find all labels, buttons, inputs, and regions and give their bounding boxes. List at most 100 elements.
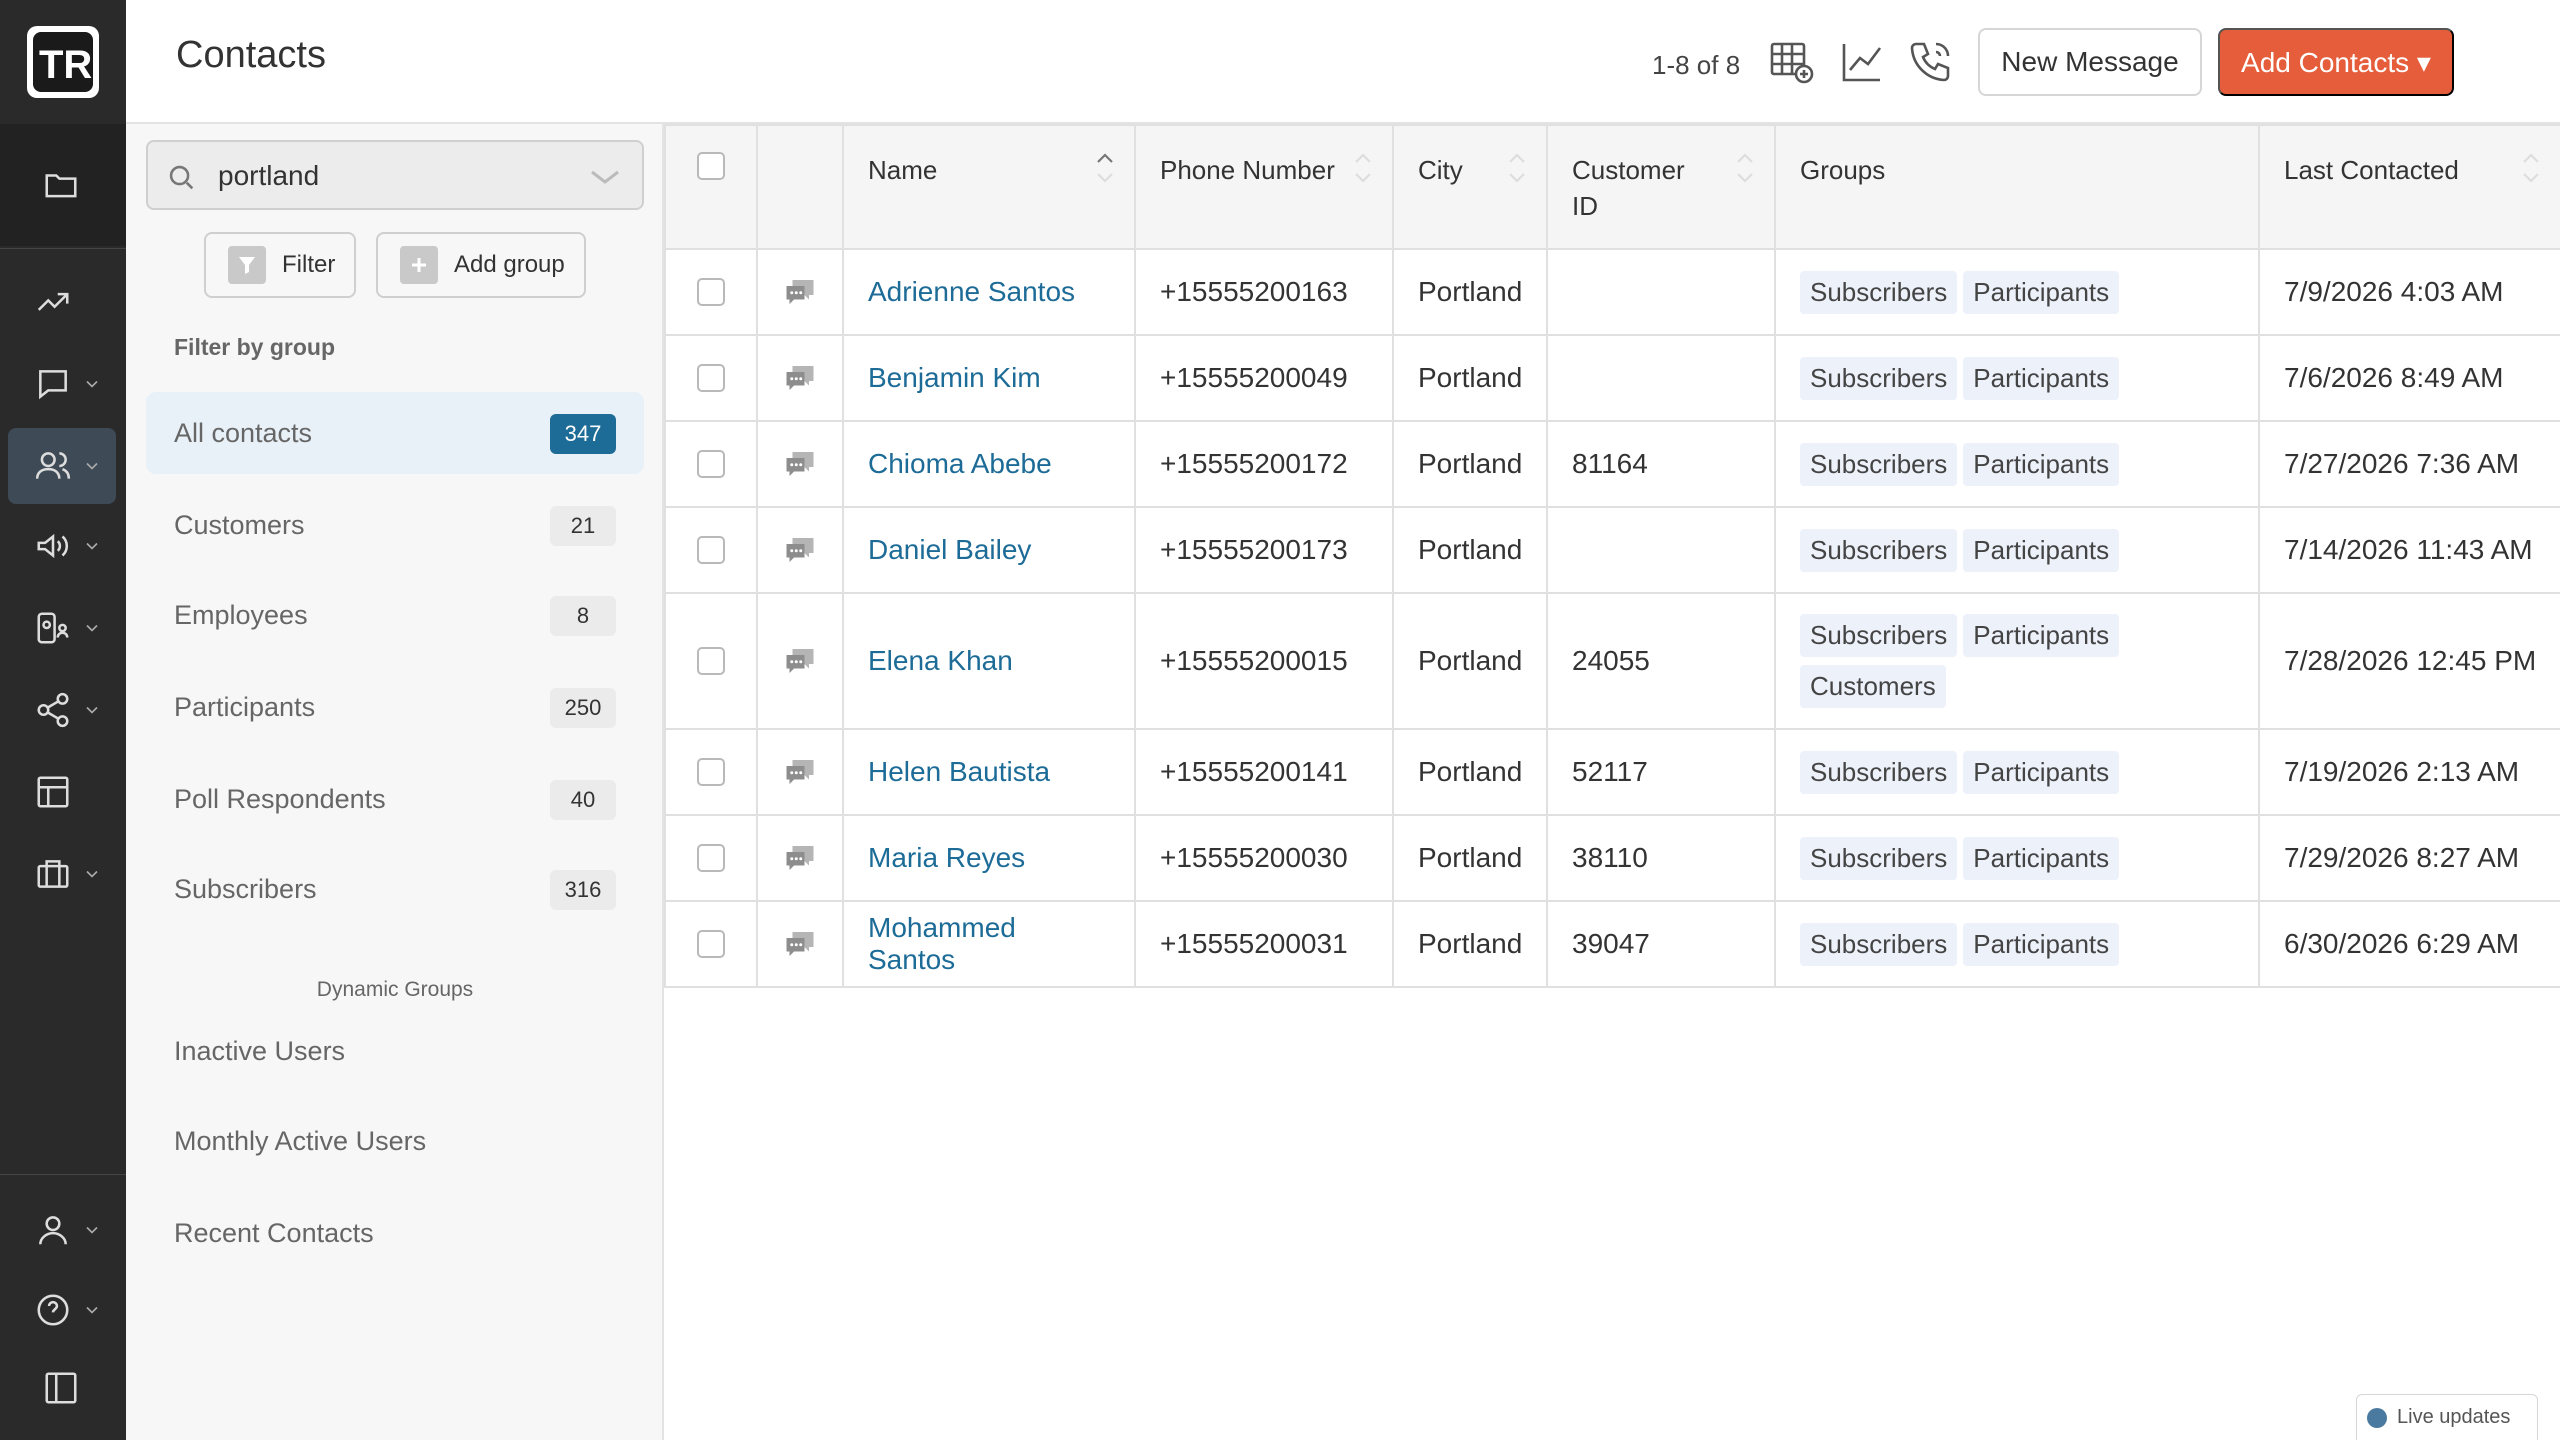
message-icon[interactable] [782,532,818,568]
dynamic-group-inactive-users[interactable]: Inactive Users [146,1010,644,1092]
city-cell: Portland [1392,506,1548,594]
last-contacted-column-header[interactable]: Last Contacted [2258,124,2560,250]
name-column-header[interactable]: Name [842,124,1136,250]
group-filter-sidebar: Filter Add group Filter by group All con… [126,124,664,1440]
row-select-cell [664,334,758,422]
contact-name-link[interactable]: Daniel Bailey [868,534,1031,565]
row-checkbox[interactable] [697,647,725,675]
chevron-down-icon [82,863,104,885]
last-contacted-cell: 6/30/2026 6:29 AM [2258,900,2560,988]
live-updates-indicator[interactable]: Live updates [2356,1394,2538,1440]
column-header-label: City [1418,155,1463,185]
group-tag: Subscribers [1800,442,1958,486]
last-contacted-cell: 7/27/2026 7:36 AM [2258,420,2560,508]
rail-analytics[interactable] [8,264,116,340]
row-checkbox[interactable] [697,450,725,478]
rail-contacts[interactable] [8,428,116,504]
column-header-label: Phone Number [1160,155,1335,185]
search-icon [169,165,194,190]
customer-id-cell [1546,506,1776,594]
group-tag: Subscribers [1800,750,1958,794]
group-item-subscribers[interactable]: Subscribers 316 [146,848,644,930]
group-item-poll-respondents[interactable]: Poll Respondents 40 [146,758,644,840]
filter-button[interactable]: Filter [204,232,356,298]
row-select-cell [664,420,758,508]
customer-id-cell: 38110 [1546,814,1776,902]
customer-id-cell: 24055 [1546,592,1776,730]
add-group-button-label: Add group [454,251,565,278]
group-item-employees[interactable]: Employees 8 [146,574,644,656]
add-contacts-button[interactable]: Add Contacts ▾ [2218,28,2454,96]
column-header-label: Last Contacted [2284,155,2459,185]
rail-integrations[interactable] [8,672,116,748]
new-message-button[interactable]: New Message [1978,28,2202,96]
row-checkbox[interactable] [697,844,725,872]
contact-name-link[interactable]: Mohammed Santos [868,912,1016,975]
groups-cell: Subscribers Participants [1774,814,2260,902]
dynamic-group-recent-contacts[interactable]: Recent Contacts [146,1192,644,1274]
phone-icon[interactable] [1904,36,1956,88]
contact-name-link[interactable]: Adrienne Santos [868,276,1075,307]
row-checkbox[interactable] [697,758,725,786]
rail-automations[interactable] [8,590,116,666]
phone-cell: +15555200163 [1134,248,1394,336]
contact-name-link[interactable]: Maria Reyes [868,842,1025,873]
chevron-down-icon [82,1299,104,1321]
message-icon[interactable] [782,360,818,396]
contact-name-link[interactable]: Chioma Abebe [868,448,1052,479]
rail-account[interactable] [8,1192,116,1268]
table-add-icon[interactable] [1766,36,1818,88]
group-item-label: Employees [174,599,308,630]
message-icon[interactable] [782,926,818,962]
app-logo[interactable]: TR [27,26,99,98]
row-checkbox[interactable] [697,278,725,306]
group-tag: Participants [1963,836,2120,880]
city-cell: Portland [1392,814,1548,902]
rail-tables[interactable] [8,754,116,830]
search-input[interactable] [218,154,578,198]
row-checkbox[interactable] [697,536,725,564]
row-message-cell [756,248,844,336]
rail-help[interactable] [8,1272,116,1348]
group-item-all-contacts[interactable]: All contacts 347 [146,392,644,474]
select-all-checkbox[interactable] [697,152,725,180]
contact-name-link[interactable]: Elena Khan [868,645,1013,676]
message-icon[interactable] [782,274,818,310]
customer-id-column-header[interactable]: Customer ID [1546,124,1776,250]
top-header: Contacts 1-8 of 8 New Message Add Contac… [126,0,2560,124]
contact-name-link[interactable]: Benjamin Kim [868,362,1041,393]
row-checkbox[interactable] [697,364,725,392]
chevron-down-icon[interactable] [588,166,622,188]
row-checkbox[interactable] [697,930,725,958]
last-contacted-cell: 7/28/2026 12:45 PM [2258,592,2560,730]
rail-divider [0,248,126,249]
message-icon[interactable] [782,446,818,482]
group-tag: Subscribers [1800,528,1958,572]
table-row: Adrienne Santos +15555200163 Portland Subsc… [664,248,2560,336]
city-column-header[interactable]: City [1392,124,1548,250]
rail-campaigns[interactable] [8,508,116,584]
group-count-badge: 250 [550,688,616,728]
dynamic-group-monthly-active-users[interactable]: Monthly Active Users [146,1100,644,1182]
customer-id-cell: 52117 [1546,728,1776,816]
contact-name-cell: Maria Reyes [842,814,1136,902]
group-item-customers[interactable]: Customers 21 [146,484,644,566]
message-icon[interactable] [782,840,818,876]
rail-business[interactable] [8,836,116,912]
sort-icon [1737,153,1753,183]
contact-name-link[interactable]: Helen Bautista [868,756,1050,787]
row-select-cell [664,592,758,730]
line-chart-icon[interactable] [1836,36,1888,88]
rail-folder[interactable] [0,124,126,246]
group-tag: Subscribers [1800,836,1958,880]
search-box[interactable] [146,140,644,210]
rail-messages[interactable] [8,346,116,422]
rail-collapse[interactable] [8,1350,116,1426]
briefcase-icon [32,853,74,895]
phone-column-header[interactable]: Phone Number [1134,124,1394,250]
group-item-participants[interactable]: Participants 250 [146,666,644,748]
message-icon[interactable] [782,643,818,679]
sort-icon [1509,153,1525,183]
message-icon[interactable] [782,754,818,790]
add-group-button[interactable]: Add group [376,232,586,298]
